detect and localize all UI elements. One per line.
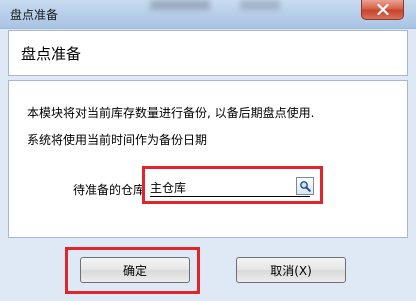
description-text: 系统将使用当前时间作为备份日期 <box>27 133 208 147</box>
cancel-button[interactable]: 取消(X) <box>236 257 346 283</box>
dialog-window: 盘点准备 盘点准备 本模块将对当前库存数量进行备份, 以备后期盘点使用. 系统将… <box>0 0 416 301</box>
content-panel: 本模块将对当前库存数量进行备份, 以备后期盘点使用. 系统将使用当前时间作为备份… <box>8 80 408 238</box>
blurred-background <box>150 0 210 10</box>
warehouse-lookup-button[interactable] <box>296 177 314 195</box>
magnifier-icon <box>300 181 311 192</box>
title-bar: 盘点准备 <box>0 0 416 29</box>
page-title: 盘点准备 <box>21 45 82 63</box>
close-button[interactable] <box>361 0 404 20</box>
window-title: 盘点准备 <box>10 8 59 22</box>
close-icon <box>376 4 389 15</box>
description-text: 本模块将对当前库存数量进行备份, 以备后期盘点使用. <box>27 106 315 120</box>
blurred-background <box>240 0 280 10</box>
ok-button[interactable]: 确定 <box>80 257 190 283</box>
header-panel: 盘点准备 <box>8 30 408 76</box>
warehouse-input[interactable]: 主仓库 <box>150 180 310 197</box>
warehouse-label: 待准备的仓库 <box>73 183 146 197</box>
